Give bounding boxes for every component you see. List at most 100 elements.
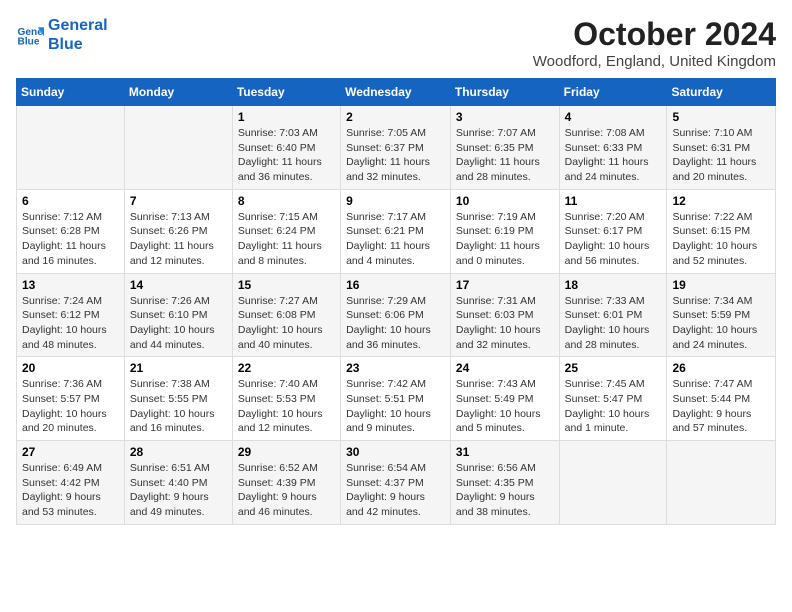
week-row-1: 1 Sunrise: 7:03 AM Sunset: 6:40 PM Daylig… [17,106,776,190]
day-info: Sunrise: 7:08 AM Sunset: 6:33 PM Dayligh… [565,126,662,185]
day-number: 16 [346,278,445,292]
calendar-cell: 11 Sunrise: 7:20 AM Sunset: 6:17 PM Dayli… [559,189,667,273]
calendar-cell: 5 Sunrise: 7:10 AM Sunset: 6:31 PM Daylig… [667,106,776,190]
day-info: Sunrise: 7:07 AM Sunset: 6:35 PM Dayligh… [456,126,554,185]
day-number: 21 [130,361,227,375]
calendar-cell: 15Sunrise: 7:27 AM Sunset: 6:08 PM Dayli… [232,273,340,357]
calendar-cell: 20 Sunrise: 7:36 AM Sunset: 5:57 PM Dayli… [17,357,125,441]
calendar-cell: 28 Sunrise: 6:51 AM Sunset: 4:40 PM Dayli… [124,441,232,525]
calendar-cell: 1 Sunrise: 7:03 AM Sunset: 6:40 PM Daylig… [232,106,340,190]
day-number: 9 [346,194,445,208]
calendar-cell: 31 Sunrise: 6:56 AM Sunset: 4:35 PM Dayli… [450,441,559,525]
calendar-header: SundayMondayTuesdayWednesdayThursdayFrid… [17,79,776,106]
day-info: Sunrise: 7:33 AM Sunset: 6:01 PM Dayligh… [565,294,662,353]
day-info: Sunrise: 7:15 AM Sunset: 6:24 PM Dayligh… [238,210,335,269]
day-number: 11 [565,194,662,208]
day-number: 4 [565,110,662,124]
day-number: 19 [672,278,770,292]
day-info: Sunrise: 7:40 AM Sunset: 5:53 PM Dayligh… [238,377,335,436]
day-info: Sunrise: 6:51 AM Sunset: 4:40 PM Dayligh… [130,461,227,520]
calendar-cell: 17 Sunrise: 7:31 AM Sunset: 6:03 PM Dayli… [450,273,559,357]
header-day-saturday: Saturday [667,79,776,106]
day-info: Sunrise: 7:42 AM Sunset: 5:51 PM Dayligh… [346,377,445,436]
calendar-cell: 18 Sunrise: 7:33 AM Sunset: 6:01 PM Dayli… [559,273,667,357]
day-info: Sunrise: 7:31 AM Sunset: 6:03 PM Dayligh… [456,294,554,353]
day-info: Sunrise: 7:10 AM Sunset: 6:31 PM Dayligh… [672,126,770,185]
calendar-cell: 6Sunrise: 7:12 AM Sunset: 6:28 PM Daylig… [17,189,125,273]
logo-text-blue: Blue [48,35,108,54]
header-day-friday: Friday [559,79,667,106]
day-number: 18 [565,278,662,292]
calendar-cell: 9 Sunrise: 7:17 AM Sunset: 6:21 PM Daylig… [341,189,451,273]
day-info: Sunrise: 7:03 AM Sunset: 6:40 PM Dayligh… [238,126,335,185]
day-number: 17 [456,278,554,292]
logo-icon: General Blue [16,21,44,49]
day-info: Sunrise: 7:29 AM Sunset: 6:06 PM Dayligh… [346,294,445,353]
day-number: 3 [456,110,554,124]
calendar-cell: 4 Sunrise: 7:08 AM Sunset: 6:33 PM Daylig… [559,106,667,190]
calendar-cell: 25Sunrise: 7:45 AM Sunset: 5:47 PM Dayli… [559,357,667,441]
svg-text:Blue: Blue [18,37,40,48]
day-number: 20 [22,361,119,375]
logo-text-general: General [48,16,108,35]
day-info: Sunrise: 7:19 AM Sunset: 6:19 PM Dayligh… [456,210,554,269]
calendar-body: 1 Sunrise: 7:03 AM Sunset: 6:40 PM Daylig… [17,106,776,525]
day-info: Sunrise: 7:26 AM Sunset: 6:10 PM Dayligh… [130,294,227,353]
day-number: 25 [565,361,662,375]
week-row-2: 6Sunrise: 7:12 AM Sunset: 6:28 PM Daylig… [17,189,776,273]
header-day-thursday: Thursday [450,79,559,106]
calendar-cell: 29Sunrise: 6:52 AM Sunset: 4:39 PM Dayli… [232,441,340,525]
calendar-cell: 21 Sunrise: 7:38 AM Sunset: 5:55 PM Dayli… [124,357,232,441]
title-block: October 2024 Woodford, England, United K… [533,16,776,70]
day-number: 27 [22,445,119,459]
day-number: 1 [238,110,335,124]
header-row: SundayMondayTuesdayWednesdayThursdayFrid… [17,79,776,106]
week-row-5: 27 Sunrise: 6:49 AM Sunset: 4:42 PM Dayli… [17,441,776,525]
day-info: Sunrise: 6:49 AM Sunset: 4:42 PM Dayligh… [22,461,119,520]
day-number: 12 [672,194,770,208]
day-number: 23 [346,361,445,375]
calendar-cell: 2Sunrise: 7:05 AM Sunset: 6:37 PM Daylig… [341,106,451,190]
week-row-3: 13Sunrise: 7:24 AM Sunset: 6:12 PM Dayli… [17,273,776,357]
header-day-sunday: Sunday [17,79,125,106]
day-info: Sunrise: 7:27 AM Sunset: 6:08 PM Dayligh… [238,294,335,353]
day-number: 28 [130,445,227,459]
day-info: Sunrise: 7:17 AM Sunset: 6:21 PM Dayligh… [346,210,445,269]
calendar-cell [559,441,667,525]
day-number: 2 [346,110,445,124]
calendar-cell: 8 Sunrise: 7:15 AM Sunset: 6:24 PM Daylig… [232,189,340,273]
calendar-cell [17,106,125,190]
day-info: Sunrise: 7:24 AM Sunset: 6:12 PM Dayligh… [22,294,119,353]
location: Woodford, England, United Kingdom [533,53,776,70]
calendar-cell: 3 Sunrise: 7:07 AM Sunset: 6:35 PM Daylig… [450,106,559,190]
calendar-cell [667,441,776,525]
calendar-cell: 12 Sunrise: 7:22 AM Sunset: 6:15 PM Dayli… [667,189,776,273]
week-row-4: 20 Sunrise: 7:36 AM Sunset: 5:57 PM Dayli… [17,357,776,441]
day-info: Sunrise: 7:36 AM Sunset: 5:57 PM Dayligh… [22,377,119,436]
day-number: 14 [130,278,227,292]
header-day-wednesday: Wednesday [341,79,451,106]
day-info: Sunrise: 7:22 AM Sunset: 6:15 PM Dayligh… [672,210,770,269]
day-number: 24 [456,361,554,375]
day-number: 22 [238,361,335,375]
calendar-cell: 10 Sunrise: 7:19 AM Sunset: 6:19 PM Dayli… [450,189,559,273]
day-info: Sunrise: 7:20 AM Sunset: 6:17 PM Dayligh… [565,210,662,269]
day-number: 5 [672,110,770,124]
day-number: 30 [346,445,445,459]
page-header: General Blue General Blue October 2024 W… [16,16,776,70]
calendar-cell: 14 Sunrise: 7:26 AM Sunset: 6:10 PM Dayli… [124,273,232,357]
day-number: 8 [238,194,335,208]
day-number: 26 [672,361,770,375]
day-info: Sunrise: 7:34 AM Sunset: 5:59 PM Dayligh… [672,294,770,353]
day-info: Sunrise: 6:56 AM Sunset: 4:35 PM Dayligh… [456,461,554,520]
day-number: 31 [456,445,554,459]
day-info: Sunrise: 6:52 AM Sunset: 4:39 PM Dayligh… [238,461,335,520]
calendar-cell: 16 Sunrise: 7:29 AM Sunset: 6:06 PM Dayli… [341,273,451,357]
logo: General Blue General Blue [16,16,108,54]
calendar-cell: 22 Sunrise: 7:40 AM Sunset: 5:53 PM Dayli… [232,357,340,441]
day-info: Sunrise: 7:43 AM Sunset: 5:49 PM Dayligh… [456,377,554,436]
day-number: 10 [456,194,554,208]
calendar-cell: 7Sunrise: 7:13 AM Sunset: 6:26 PM Daylig… [124,189,232,273]
day-info: Sunrise: 7:38 AM Sunset: 5:55 PM Dayligh… [130,377,227,436]
calendar-cell: 27 Sunrise: 6:49 AM Sunset: 4:42 PM Dayli… [17,441,125,525]
